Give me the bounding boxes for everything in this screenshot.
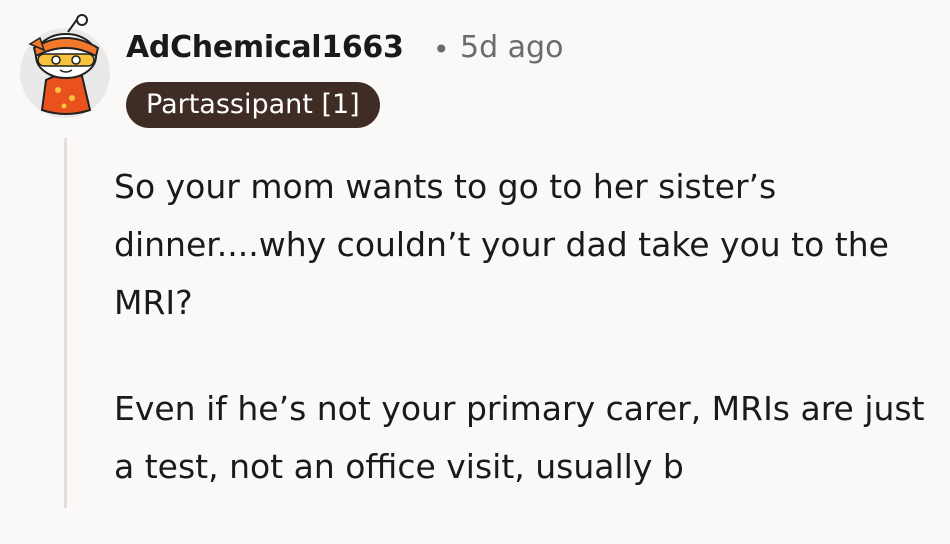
comment-paragraph: Even if he’s not your primary carer, MRI… bbox=[114, 389, 925, 486]
user-flair-badge: Partassipant [1] bbox=[126, 82, 380, 128]
meta-separator: • bbox=[433, 33, 450, 66]
comment-author[interactable]: AdChemical1663 bbox=[126, 30, 404, 65]
user-avatar[interactable] bbox=[20, 14, 112, 118]
comment-body: So your mom wants to go to her sister’s … bbox=[114, 158, 934, 544]
snoo-avatar-icon bbox=[28, 14, 100, 115]
thread-line[interactable] bbox=[64, 138, 67, 508]
comment-timestamp[interactable]: 5d ago bbox=[460, 30, 563, 65]
comment-paragraph: So your mom wants to go to her sister’s … bbox=[114, 167, 889, 322]
